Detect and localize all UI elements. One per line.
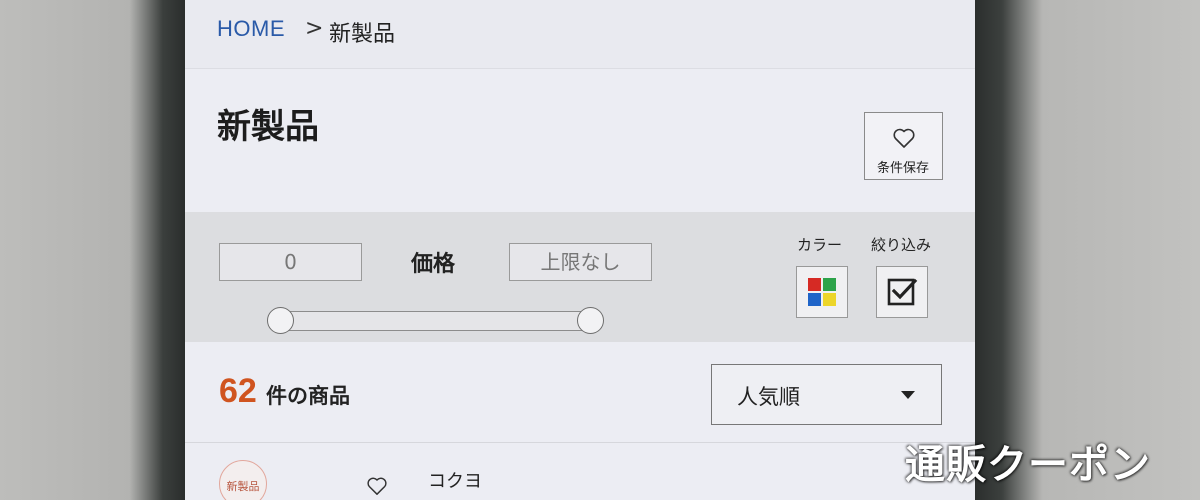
breadcrumb-current: 新製品 <box>329 22 396 47</box>
new-product-badge-label: 新製品 <box>226 480 260 493</box>
result-count-suffix: 件の商品 <box>266 384 350 408</box>
device-bezel-right <box>975 0 1200 500</box>
breadcrumb-home-link[interactable]: HOME <box>217 16 285 42</box>
breadcrumb: HOME > 新製品 <box>185 0 975 69</box>
watermark-text: 通販クーポン <box>905 442 1151 488</box>
price-slider-max-handle[interactable] <box>577 307 604 334</box>
results-header: 62 件の商品 人気順 <box>185 342 975 443</box>
heart-outline-icon <box>893 128 915 148</box>
swatch-green <box>823 278 836 291</box>
chevron-down-icon <box>901 391 915 399</box>
phone-screen: HOME > 新製品 新製品 条件保存 0 価格 上限なし カラー 絞り込み 6… <box>185 0 975 500</box>
save-condition-label: 条件保存 <box>876 161 929 176</box>
swatch-yellow <box>823 293 836 306</box>
result-count: 62 <box>219 372 257 410</box>
price-slider-track[interactable] <box>280 311 592 331</box>
price-max-input[interactable]: 上限なし <box>509 243 652 281</box>
sort-selected-value: 人気順 <box>737 385 800 409</box>
page-title: 新製品 <box>217 107 319 147</box>
color-filter-button[interactable] <box>796 266 848 318</box>
product-brand: コクヨ <box>428 471 482 492</box>
title-section: 新製品 条件保存 <box>185 69 975 212</box>
refine-filter-button[interactable] <box>876 266 928 318</box>
price-min-input[interactable]: 0 <box>219 243 362 281</box>
swatch-red <box>808 278 821 291</box>
price-label: 価格 <box>411 252 456 277</box>
checkbox-checked-icon <box>887 278 918 306</box>
device-bezel-left <box>0 0 185 500</box>
save-condition-button[interactable]: 条件保存 <box>864 112 943 180</box>
color-filter-label: カラー <box>797 236 843 254</box>
product-list-item[interactable]: 新製品 コクヨ <box>185 443 975 500</box>
sort-select[interactable]: 人気順 <box>711 364 942 425</box>
breadcrumb-separator: > <box>305 16 324 41</box>
price-slider-min-handle[interactable] <box>267 307 294 334</box>
heart-outline-icon[interactable] <box>366 476 388 496</box>
new-product-badge: 新製品 <box>219 460 267 500</box>
swatch-blue <box>808 293 821 306</box>
refine-filter-label: 絞り込み <box>871 236 932 254</box>
filter-section: 0 価格 上限なし カラー 絞り込み <box>185 212 975 342</box>
